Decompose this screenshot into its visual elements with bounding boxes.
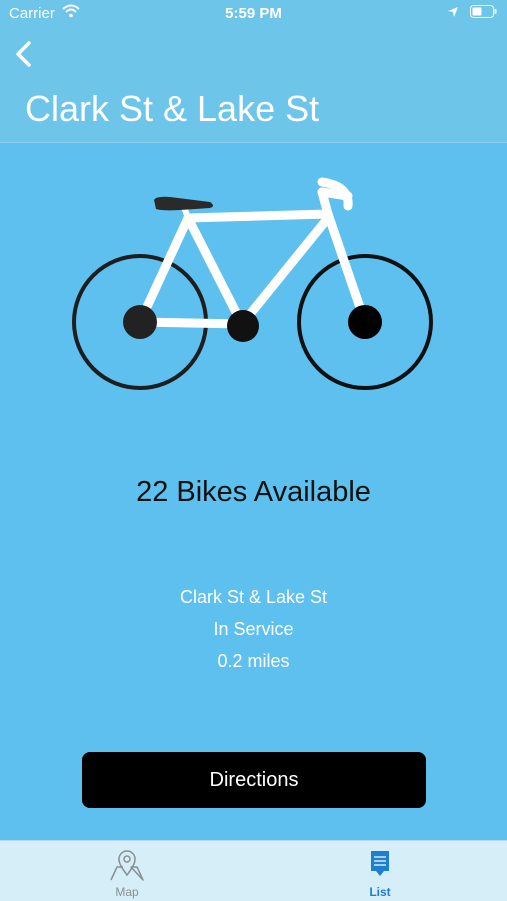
map-pin-icon: [110, 850, 144, 881]
station-distance: 0.2 miles: [217, 651, 290, 671]
list-icon: [371, 851, 389, 876]
back-button[interactable]: [12, 38, 40, 70]
tab-bar: Map List: [0, 840, 507, 901]
page-title: Clark St & Lake St: [25, 88, 320, 129]
tab-list[interactable]: List: [320, 841, 440, 901]
tab-list-label: List: [369, 885, 391, 899]
tab-map-label: Map: [115, 885, 139, 899]
battery-icon: [470, 5, 498, 22]
status-bar: Carrier 5:59 PM: [0, 0, 507, 28]
bikes-available-count: 22 Bikes Available: [136, 476, 371, 508]
navigation-header: Carrier 5:59 PM Clark St & Lake St: [0, 0, 507, 143]
location-arrow-icon: [447, 5, 459, 22]
station-name: Clark St & Lake St: [179, 587, 328, 607]
tab-map[interactable]: Map: [67, 841, 187, 901]
bicycle-icon: [72, 177, 433, 390]
directions-button[interactable]: Directions: [82, 752, 426, 808]
chevron-left-icon: [16, 41, 31, 67]
screen: Carrier 5:59 PM Clark St & Lake St 22 Bi…: [0, 0, 507, 901]
station-status: In Service: [213, 619, 294, 639]
status-time: 5:59 PM: [225, 5, 282, 22]
